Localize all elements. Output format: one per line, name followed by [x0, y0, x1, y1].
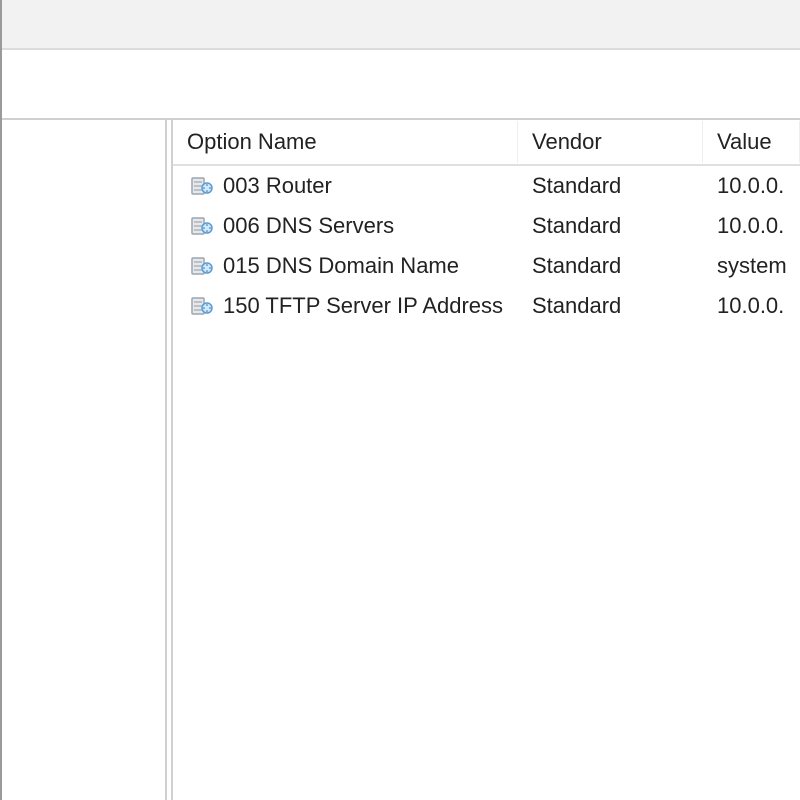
column-header-label: Value: [717, 129, 772, 154]
column-header-label: Option Name: [187, 129, 317, 154]
option-value: 10.0.0.: [717, 173, 784, 199]
list-pane: Option Name Vendor Value: [171, 120, 800, 800]
list-item[interactable]: 006 DNS Servers Standard 10.0.0.: [173, 206, 800, 246]
server-option-icon: [187, 252, 215, 280]
list-body: 003 Router Standard 10.0.0.: [173, 166, 800, 800]
list-item[interactable]: 150 TFTP Server IP Address Standard 10.0…: [173, 286, 800, 326]
tree-pane[interactable]: [2, 120, 167, 800]
option-vendor: Standard: [532, 173, 621, 199]
column-header-value[interactable]: Value: [703, 121, 800, 163]
column-header-label: Vendor: [532, 129, 602, 154]
option-value: 10.0.0.: [717, 213, 784, 239]
option-vendor: Standard: [532, 293, 621, 319]
window-titlebar: [2, 0, 800, 50]
option-name: 015 DNS Domain Name: [223, 253, 459, 279]
window-toolbar: [2, 50, 800, 120]
option-name: 006 DNS Servers: [223, 213, 394, 239]
option-name: 150 TFTP Server IP Address: [223, 293, 503, 319]
server-option-icon: [187, 172, 215, 200]
dhcp-options-window: Option Name Vendor Value: [0, 0, 800, 800]
option-value: system: [717, 253, 787, 279]
option-name: 003 Router: [223, 173, 332, 199]
option-value: 10.0.0.: [717, 293, 784, 319]
list-item[interactable]: 003 Router Standard 10.0.0.: [173, 166, 800, 206]
content-area: Option Name Vendor Value: [2, 120, 800, 800]
column-header-vendor[interactable]: Vendor: [518, 121, 703, 163]
column-header-option-name[interactable]: Option Name: [173, 121, 518, 163]
list-item[interactable]: 015 DNS Domain Name Standard system: [173, 246, 800, 286]
server-option-icon: [187, 212, 215, 240]
option-vendor: Standard: [532, 253, 621, 279]
option-vendor: Standard: [532, 213, 621, 239]
list-header: Option Name Vendor Value: [173, 120, 800, 166]
server-option-icon: [187, 292, 215, 320]
